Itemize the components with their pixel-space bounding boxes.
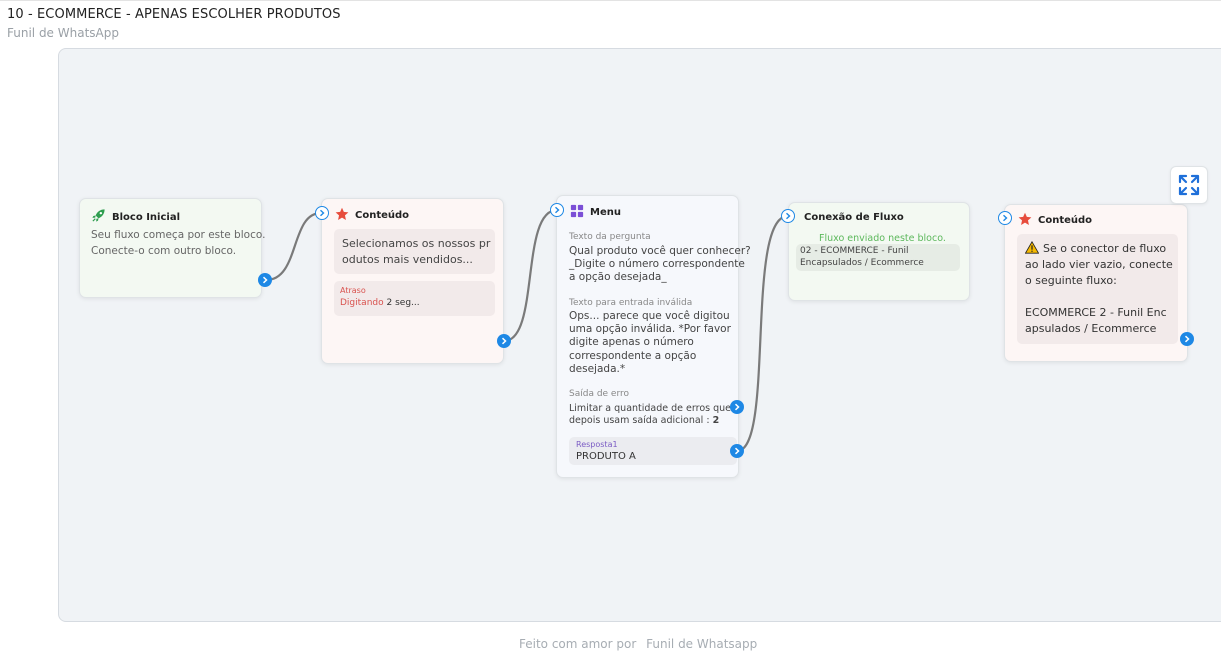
warning-line-2: ao lado vier vazio, conecte: [1025, 258, 1173, 271]
start-block-text-1: Seu fluxo começa por este bloco.: [91, 229, 266, 241]
content-block-1-message: Selecionamos os nossos pr odutos mais ve…: [334, 229, 495, 274]
delay-label: Atraso: [340, 286, 366, 295]
content-block-2-header: Conteúdo: [1018, 212, 1092, 229]
error-line-2-prefix: depois usam saída adicional :: [569, 415, 710, 426]
menu-block[interactable]: Menu Texto da pergunta Qual produto você…: [556, 195, 751, 478]
question-line-1: Qual produto você quer conhecer?: [569, 245, 751, 257]
warning-line-3: o seguinte fluxo:: [1025, 274, 1117, 287]
start-block-text-2: Conecte-o com outro bloco.: [91, 245, 237, 257]
content-block-2-message: Se o conector de fluxo ao lado vier vazi…: [1017, 234, 1178, 344]
content-block-2-input-port[interactable]: [998, 211, 1012, 225]
chevron-right-icon: [734, 447, 740, 455]
chevron-right-icon: [734, 403, 740, 411]
menu-block-title: Menu: [590, 207, 621, 218]
footer-prefix: Feito com amor por: [519, 637, 637, 651]
invalid-line-3: digite apenas o número: [569, 336, 694, 348]
start-block-output-port[interactable]: [258, 273, 272, 287]
flow-target: 02 - ECOMMERCE - Funil Encapsulados / Ec…: [796, 244, 960, 271]
star-icon: [1018, 212, 1032, 229]
delay-prefix: Digitando: [340, 298, 384, 308]
delay-value: 2 seg...: [386, 298, 420, 308]
flow-connection-block[interactable]: Conexão de Fluxo Fluxo enviado neste blo…: [788, 202, 970, 301]
invalid-line-5: desejada.*: [569, 363, 626, 375]
flow-target-line-1: 02 - ECOMMERCE - Funil: [800, 246, 909, 256]
question-line-2: _Digite o número correspondente: [569, 258, 745, 270]
invalid-line-2: uma opção inválida. *Por favor: [569, 323, 731, 335]
content-block-1-header: Conteúdo: [335, 207, 409, 224]
answer-option-1: Resposta1 PRODUTO A: [569, 437, 737, 465]
error-line-2: depois usam saída adicional : 2: [569, 414, 719, 427]
flow-connection-header: Conexão de Fluxo: [804, 212, 904, 223]
delay-value-row: Digitando 2 seg...: [340, 297, 420, 310]
footer: Feito com amor por Funil de Whatsapp: [519, 637, 757, 651]
start-block-title: Bloco Inicial: [112, 211, 180, 223]
invalid-line-1: Ops... parece que você digitou: [569, 310, 730, 322]
content-block-2[interactable]: Conteúdo Se o conector de fluxo ao lado …: [1004, 204, 1188, 362]
content-block-1-input-port[interactable]: [315, 206, 329, 220]
menu-error-output-port[interactable]: [730, 400, 744, 414]
flow-connection-input-port[interactable]: [781, 209, 795, 223]
chevron-right-icon: [262, 276, 268, 284]
menu-answer-1-output-port[interactable]: [730, 444, 744, 458]
fullscreen-button[interactable]: [1170, 166, 1208, 204]
warning-line-1: Se o conector de fluxo: [1043, 242, 1167, 255]
message-line-1: Selecionamos os nossos pr: [342, 237, 491, 250]
content-block-1[interactable]: Conteúdo Selecionamos os nossos pr oduto…: [321, 198, 504, 364]
expand-icon: [1178, 174, 1200, 196]
start-block-header: Bloco Inicial: [91, 208, 180, 226]
answer-label: Resposta1: [576, 440, 618, 449]
content-block-1-title: Conteúdo: [355, 210, 410, 221]
message-line-2: odutos mais vendidos...: [342, 253, 473, 266]
invalid-label: Texto para entrada inválida: [569, 298, 693, 308]
menu-block-input-port[interactable]: [550, 203, 564, 217]
page-subtitle: Funil de WhatsApp: [7, 26, 119, 40]
content-block-1-output-port[interactable]: [497, 334, 511, 348]
flow-target-line-2: Encapsulados / Ecommerce: [800, 258, 924, 268]
chevron-right-icon: [1184, 335, 1190, 343]
menu-block-header: Menu: [570, 204, 621, 221]
rocket-icon: [91, 208, 106, 226]
chevron-right-icon: [320, 209, 325, 217]
chevron-right-icon: [786, 212, 791, 220]
error-limit-value: 2: [712, 415, 720, 426]
grid-icon: [570, 204, 584, 221]
start-block[interactable]: Bloco Inicial Seu fluxo começa por este …: [79, 198, 266, 298]
flow-connection-title: Conexão de Fluxo: [804, 212, 904, 223]
question-label: Texto da pergunta: [569, 232, 651, 242]
error-label: Saída de erro: [569, 389, 630, 399]
question-line-3: a opção desejada_: [569, 271, 667, 283]
content-2-flow-line-1: ECOMMERCE 2 - Funil Enc: [1025, 306, 1167, 319]
invalid-line-4: correspondente a opção: [569, 350, 697, 362]
chevron-right-icon: [501, 337, 507, 345]
top-border: [0, 0, 1221, 1]
content-block-2-title: Conteúdo: [1038, 215, 1093, 226]
warning-icon: [1024, 240, 1040, 257]
content-block-1-delay: Atraso Digitando 2 seg...: [334, 281, 495, 316]
content-2-flow-line-2: apsulados / Ecommerce: [1025, 322, 1157, 335]
chevron-right-icon: [555, 206, 560, 214]
footer-brand-link[interactable]: Funil de Whatsapp: [646, 637, 757, 651]
star-icon: [335, 207, 349, 224]
content-block-2-output-port[interactable]: [1180, 332, 1194, 346]
page-title: 10 - ECOMMERCE - APENAS ESCOLHER PRODUTO…: [7, 7, 341, 22]
answer-value: PRODUTO A: [576, 451, 636, 462]
chevron-right-icon: [1003, 214, 1008, 222]
